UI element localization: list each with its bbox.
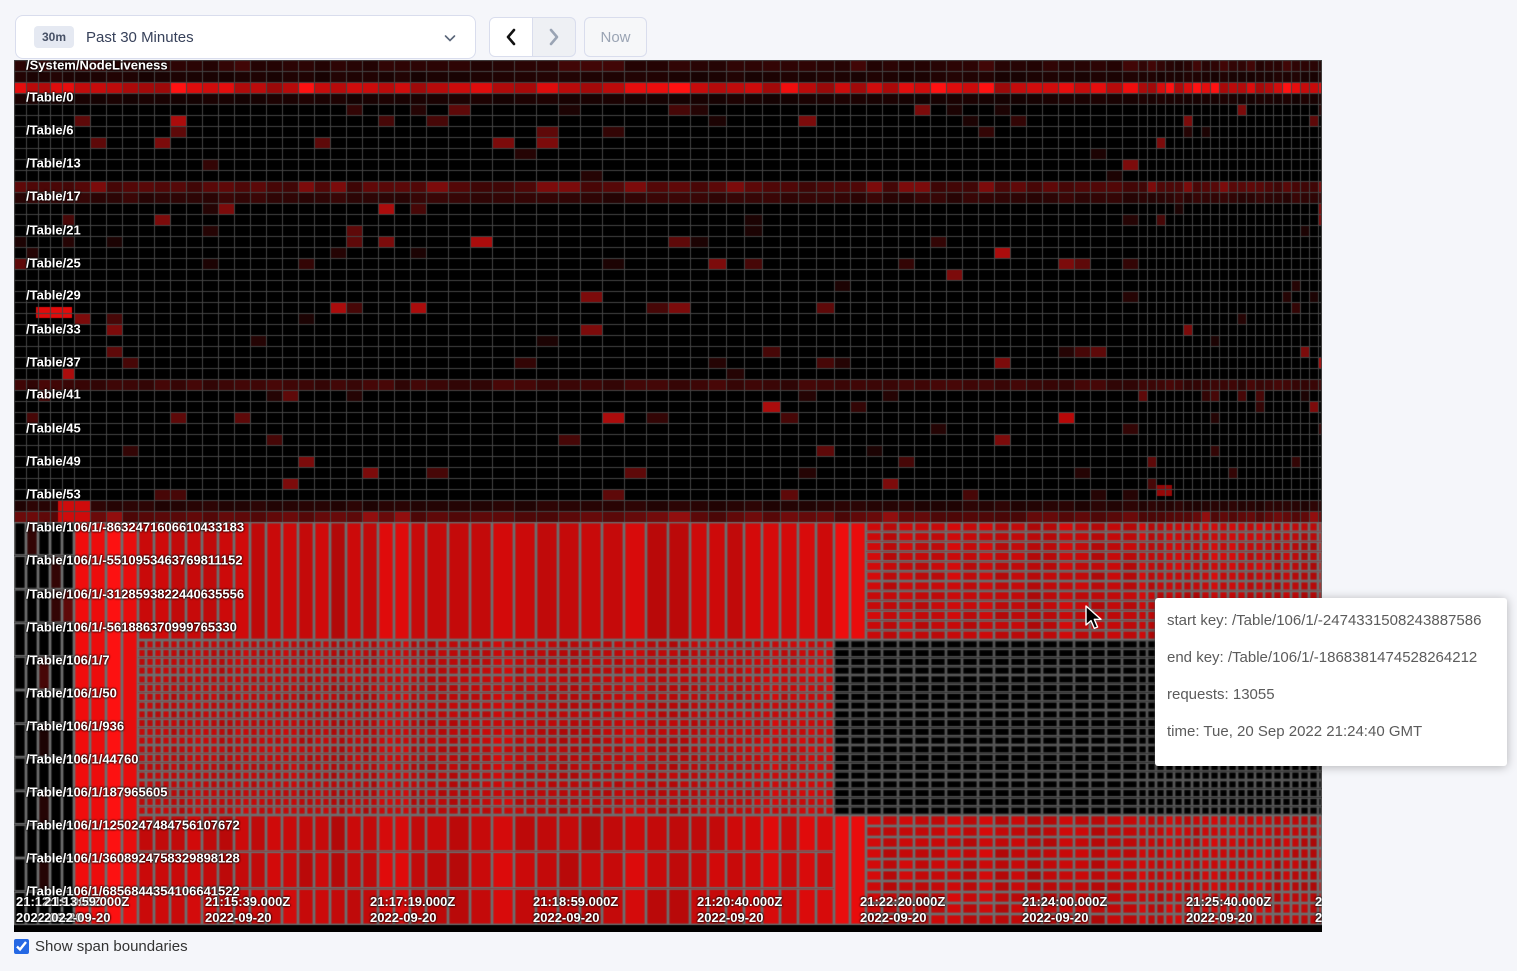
tooltip-requests: requests: 13055: [1167, 687, 1495, 703]
now-button[interactable]: Now: [584, 17, 647, 57]
show-span-boundaries-checkbox[interactable]: [14, 939, 29, 954]
toolbar: 30m Past 30 Minutes Now: [0, 0, 1517, 60]
footer: Show span boundaries: [14, 938, 188, 955]
time-window-dropdown[interactable]: 30m Past 30 Minutes: [15, 15, 476, 59]
pager-forward-button[interactable]: [533, 18, 575, 56]
time-pager: [489, 17, 576, 57]
tooltip-time: time: Tue, 20 Sep 2022 21:24:40 GMT: [1167, 724, 1495, 740]
hover-tooltip: start key: /Table/106/1/-247433150824388…: [1155, 598, 1507, 766]
chevron-down-icon: [443, 31, 457, 45]
show-span-boundaries-label: Show span boundaries: [35, 938, 188, 955]
time-window-label: Past 30 Minutes: [86, 29, 194, 46]
chevron-right-icon: [547, 28, 561, 46]
pager-back-button[interactable]: [490, 18, 533, 56]
now-button-label: Now: [600, 29, 630, 46]
keyspace-heatmap[interactable]: [14, 60, 1322, 932]
chevron-left-icon: [504, 28, 518, 46]
tooltip-start-key: start key: /Table/106/1/-247433150824388…: [1167, 613, 1495, 629]
tooltip-end-key: end key: /Table/106/1/-18683814745282642…: [1167, 650, 1495, 666]
time-window-badge: 30m: [34, 26, 74, 48]
key-visualizer: /System/NodeLiveness/Table/0/Table/6/Tab…: [14, 60, 1322, 932]
